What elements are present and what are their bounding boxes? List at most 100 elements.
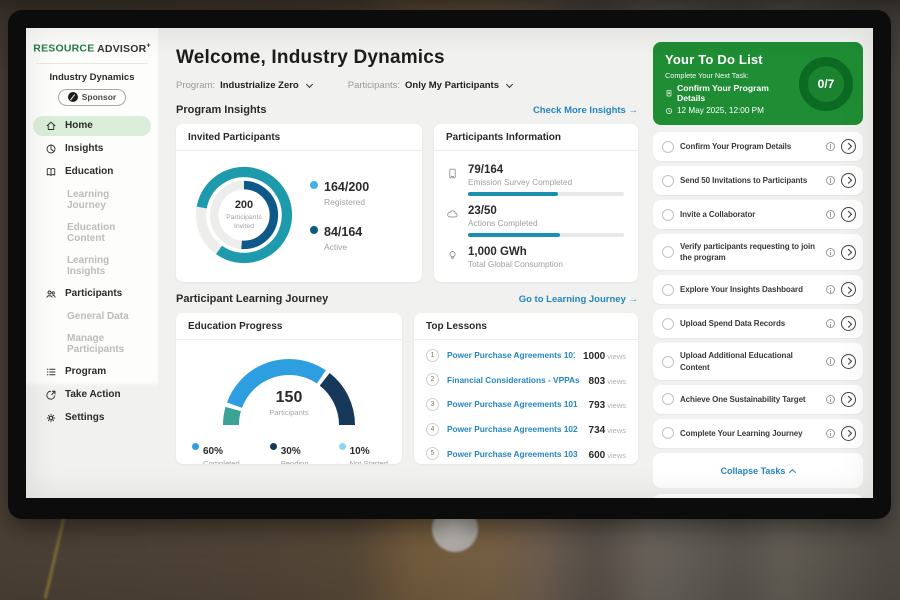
sidebar-item-program[interactable]: Program xyxy=(33,362,151,382)
todo-panel: Your To Do List Complete Your Next Task:… xyxy=(653,42,863,498)
task-complete-learning-journey[interactable]: Complete Your Learning Journey xyxy=(653,419,863,448)
todo-progress-ring: 0/7 xyxy=(799,57,853,111)
arrow-right-icon: → xyxy=(629,105,639,116)
checkbox[interactable] xyxy=(662,175,674,187)
chevron-up-icon xyxy=(789,469,796,476)
sidebar-item-insights[interactable]: Insights xyxy=(33,139,151,159)
rank-badge: 3 xyxy=(426,398,439,411)
task-verify-participants[interactable]: Verify participants requesting to join t… xyxy=(653,234,863,270)
gauge-center-label: Participants xyxy=(205,408,373,417)
checkbox[interactable] xyxy=(662,427,674,439)
sidebar-item-learning-insights[interactable]: Learning Insights xyxy=(33,251,151,281)
sidebar-item-manage-participants[interactable]: Manage Participants xyxy=(33,329,151,359)
chevron-down-icon xyxy=(306,80,313,87)
registered-dot xyxy=(310,181,318,189)
todo-progress-count: 0/7 xyxy=(818,77,835,91)
chevron-right-button[interactable] xyxy=(841,139,856,154)
info-icon[interactable] xyxy=(826,210,835,219)
actions-progress-bar xyxy=(468,233,624,237)
chevron-right-button[interactable] xyxy=(841,426,856,441)
dashboard-screen: RESOURCE ADVISOR+ Industry Dynamics Spon… xyxy=(26,28,873,498)
checkbox[interactable] xyxy=(662,141,674,153)
legend-pending: 30%Pending xyxy=(270,441,309,464)
legend-registered: 164/200Registered xyxy=(310,178,369,207)
task-confirm-program-details[interactable]: Confirm Your Program Details xyxy=(653,132,863,161)
chevron-right-button[interactable] xyxy=(841,316,856,331)
checkbox[interactable] xyxy=(662,318,674,330)
education-progress-card: Education Progress 150 Participants xyxy=(176,313,402,464)
pending-dot xyxy=(270,443,277,450)
lesson-row[interactable]: 2 Financial Considerations - VPPAs 803vi… xyxy=(426,368,626,393)
checkbox[interactable] xyxy=(662,209,674,221)
chevron-right-button[interactable] xyxy=(841,354,856,369)
sponsor-label: Sponsor xyxy=(82,92,116,102)
chevron-right-button[interactable] xyxy=(841,282,856,297)
todo-subtitle: Complete Your Next Task: xyxy=(665,71,793,80)
page-title: Welcome, Industry Dynamics xyxy=(176,47,638,69)
chevron-right-button[interactable] xyxy=(841,245,856,260)
info-icon[interactable] xyxy=(826,357,835,366)
info-icon[interactable] xyxy=(826,176,835,185)
info-icon[interactable] xyxy=(826,285,835,294)
info-icon[interactable] xyxy=(826,395,835,404)
info-icon[interactable] xyxy=(826,429,835,438)
rank-badge: 2 xyxy=(426,373,439,386)
sidebar-item-settings[interactable]: Settings xyxy=(33,408,151,428)
clipboard-icon xyxy=(665,89,673,97)
sponsor-icon xyxy=(68,92,78,102)
invited-participants-card: Invited Participants 200 Participants In… xyxy=(176,124,422,282)
home-icon xyxy=(45,120,57,132)
next-task-time: 12 May 2025, 12:00 PM xyxy=(677,106,764,115)
checkbox[interactable] xyxy=(662,246,674,258)
sidebar-item-take-action[interactable]: Take Action xyxy=(33,385,151,405)
consumption-stat: 1,000 GWh Total Global Consumption xyxy=(446,246,624,269)
go-to-learning-journey-link[interactable]: Go to Learning Journey → xyxy=(519,294,638,305)
sidebar-item-participants[interactable]: Participants xyxy=(33,284,151,304)
lesson-row[interactable]: 5 Power Purchase Agreements 103 600views xyxy=(426,441,626,464)
education-progress-gauge-chart: 150 Participants xyxy=(205,345,373,438)
completed-dot xyxy=(192,443,199,450)
sidebar-item-general-data[interactable]: General Data xyxy=(33,307,151,326)
task-upload-educational-content[interactable]: Upload Additional Educational Content xyxy=(653,343,863,379)
task-achieve-sustainability-target[interactable]: Achieve One Sustainability Target xyxy=(653,385,863,414)
arrow-right-icon: → xyxy=(629,294,639,305)
main-content: Welcome, Industry Dynamics Program: Indu… xyxy=(158,28,653,498)
sidebar-item-education-content[interactable]: Education Content xyxy=(33,218,151,248)
sidebar-nav: Home Insights Education Learning Journey… xyxy=(26,116,158,428)
task-invite-collaborator[interactable]: Invite a Collaborator xyxy=(653,200,863,229)
check-more-insights-link[interactable]: Check More Insights → xyxy=(533,105,638,116)
participants-filter-dropdown[interactable]: Participants: Only My Participants xyxy=(348,80,512,91)
logo-resource: RESOURCE xyxy=(33,43,94,55)
task-explore-insights[interactable]: Explore Your Insights Dashboard xyxy=(653,275,863,304)
chevron-right-button[interactable] xyxy=(841,173,856,188)
survey-icon xyxy=(446,167,459,180)
info-icon[interactable] xyxy=(826,319,835,328)
lesson-row[interactable]: 4 Power Purchase Agreements 102 734views xyxy=(426,417,626,442)
legend-not-started: 10%Not Started xyxy=(339,441,388,464)
info-icon[interactable] xyxy=(826,142,835,151)
lesson-row[interactable]: 3 Power Purchase Agreements 101 793views xyxy=(426,392,626,417)
sponsor-badge[interactable]: Sponsor xyxy=(58,89,126,106)
checkbox[interactable] xyxy=(662,393,674,405)
task-send-invitations[interactable]: Send 50 Invitations to Participants xyxy=(653,166,863,195)
learning-journey-heading: Participant Learning Journey xyxy=(176,293,328,305)
not-started-dot xyxy=(339,443,346,450)
collapse-tasks-link[interactable]: Collapse Tasks xyxy=(721,466,796,476)
emission-survey-stat: 79/164 Emission Survey Completed xyxy=(446,164,624,196)
sidebar-item-learning-journey[interactable]: Learning Journey xyxy=(33,185,151,215)
chevron-right-button[interactable] xyxy=(841,392,856,407)
checkbox[interactable] xyxy=(662,284,674,296)
participants-information-card: Participants Information 79/164 Emission… xyxy=(434,124,638,282)
card-title: Participants Information xyxy=(434,124,638,151)
book-icon xyxy=(45,166,57,178)
sidebar-item-home[interactable]: Home xyxy=(33,116,151,136)
todo-title: Your To Do List xyxy=(665,52,793,67)
lesson-row[interactable]: 1 Power Purchase Agreements 101 1000view… xyxy=(426,343,626,368)
sidebar-item-education[interactable]: Education xyxy=(33,162,151,182)
gauge-center-value: 150 xyxy=(205,389,373,407)
checkbox[interactable] xyxy=(662,356,674,368)
task-upload-spend-data[interactable]: Upload Spend Data Records xyxy=(653,309,863,338)
program-filter-dropdown[interactable]: Program: Industrialize Zero xyxy=(176,80,312,91)
chevron-right-button[interactable] xyxy=(841,207,856,222)
info-icon[interactable] xyxy=(826,248,835,257)
